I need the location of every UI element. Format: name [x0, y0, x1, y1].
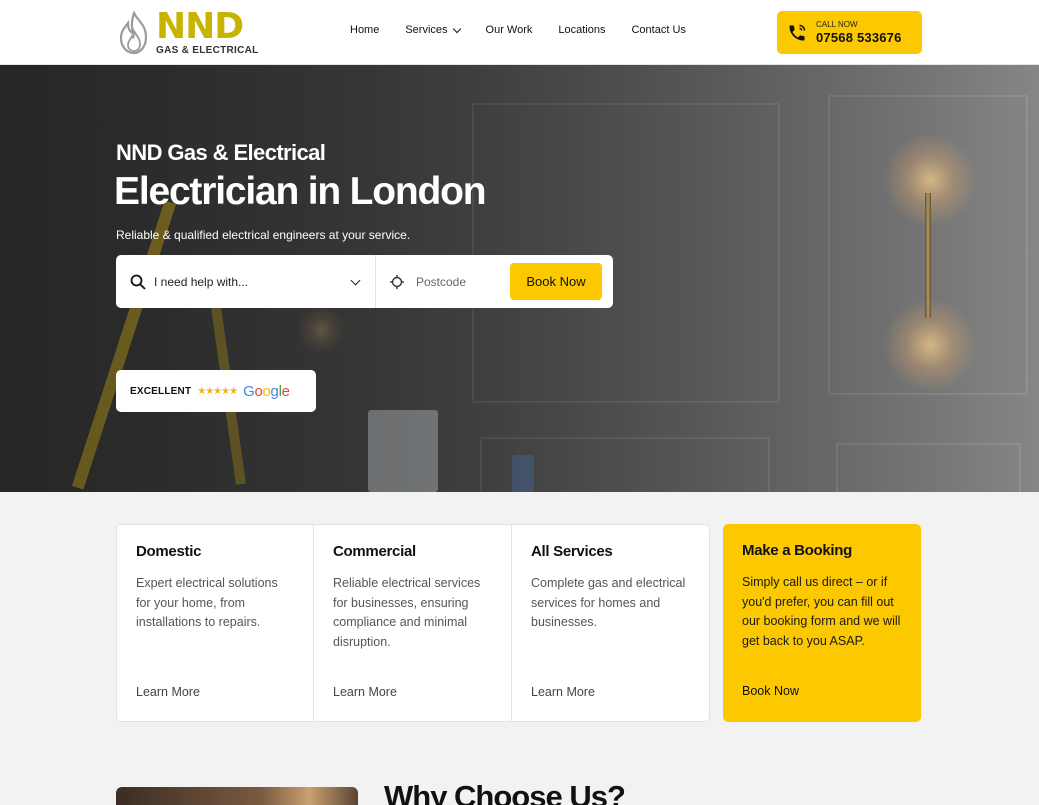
card-text: Complete gas and electrical services for…: [531, 576, 686, 629]
card-text: Expert electrical solutions for your hom…: [136, 576, 278, 629]
nav-locations-label: Locations: [558, 24, 606, 36]
why-choose-image: [116, 787, 358, 805]
card-text: Reliable electrical services for busines…: [333, 576, 481, 649]
logo-wordmark: NND: [156, 6, 244, 47]
nav-our-work-label: Our Work: [485, 24, 533, 36]
call-now-label: CALL NOW: [816, 20, 858, 29]
nav-services-label: Services: [405, 24, 448, 36]
card-title: Domestic: [136, 543, 202, 560]
learn-more-link[interactable]: Learn More: [333, 685, 397, 699]
review-rating-label: EXCELLENT: [130, 385, 192, 397]
page-title: Electrician in London: [114, 170, 487, 213]
book-now-link[interactable]: Book Now: [742, 684, 799, 698]
site-header: NND GAS & ELECTRICAL Home Services Our W…: [0, 0, 1039, 65]
booking-search-bar: I need help with... Book Now: [116, 255, 613, 308]
nav-contact-us[interactable]: Contact Us: [631, 24, 685, 36]
hero-subtitle: NND Gas & Electrical: [116, 140, 326, 165]
main-nav: Home Services Our Work Locations Contact…: [350, 24, 712, 36]
nav-our-work[interactable]: Our Work: [486, 24, 533, 36]
logo-tagline: GAS & ELECTRICAL: [156, 45, 259, 56]
card-text: Simply call us direct – or if you'd pref…: [742, 575, 901, 648]
service-select[interactable]: I need help with...: [116, 255, 376, 308]
card-domestic: Domestic Expert electrical solutions for…: [116, 524, 314, 722]
nav-locations[interactable]: Locations: [558, 24, 605, 36]
card-make-booking: Make a Booking Simply call us direct – o…: [723, 524, 921, 722]
learn-more-link[interactable]: Learn More: [531, 685, 595, 699]
nav-home-label: Home: [350, 24, 380, 36]
card-all-services: All Services Complete gas and electrical…: [512, 524, 710, 722]
star-icon: ★★★★★: [197, 385, 238, 397]
call-now-button[interactable]: CALL NOW 07568 533676: [777, 11, 922, 54]
nav-services[interactable]: Services: [405, 24, 461, 36]
postcode-field-wrap: [376, 255, 510, 308]
phone-icon: [789, 24, 806, 40]
service-cards: Domestic Expert electrical solutions for…: [116, 524, 921, 722]
card-title: All Services: [531, 543, 613, 560]
hero-tagline: Reliable & qualified electrical engineer…: [116, 228, 411, 242]
service-select-value: I need help with...: [154, 274, 249, 289]
nav-home[interactable]: Home: [350, 24, 379, 36]
call-phone-number: 07568 533676: [816, 30, 902, 45]
location-target-icon: [390, 274, 404, 289]
google-logo: Google: [243, 382, 290, 400]
card-title: Commercial: [333, 543, 416, 560]
card-title: Make a Booking: [742, 542, 852, 559]
flame-icon: [119, 11, 148, 55]
search-icon: [130, 274, 146, 290]
postcode-input[interactable]: [416, 274, 506, 289]
book-now-button[interactable]: Book Now: [510, 263, 602, 300]
chevron-down-icon: [452, 24, 461, 33]
chevron-down-icon: [350, 275, 361, 286]
google-review-badge[interactable]: EXCELLENT ★★★★★ Google: [116, 370, 316, 412]
card-commercial: Commercial Reliable electrical services …: [314, 524, 512, 722]
section-title: Why Choose Us?: [384, 779, 626, 805]
nav-contact-label: Contact Us: [631, 24, 686, 36]
learn-more-link[interactable]: Learn More: [136, 685, 200, 699]
hero-section: NND Gas & Electrical Electrician in Lond…: [0, 65, 1039, 492]
logo[interactable]: NND GAS & ELECTRICAL: [116, 9, 266, 57]
